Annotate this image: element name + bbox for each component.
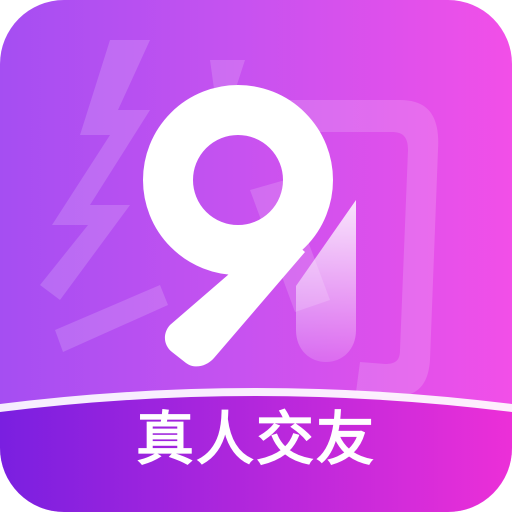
nine-glyph	[143, 85, 333, 367]
tagline: 真人交友	[135, 405, 376, 473]
app-icon[interactable]: 真人交友	[0, 0, 512, 512]
